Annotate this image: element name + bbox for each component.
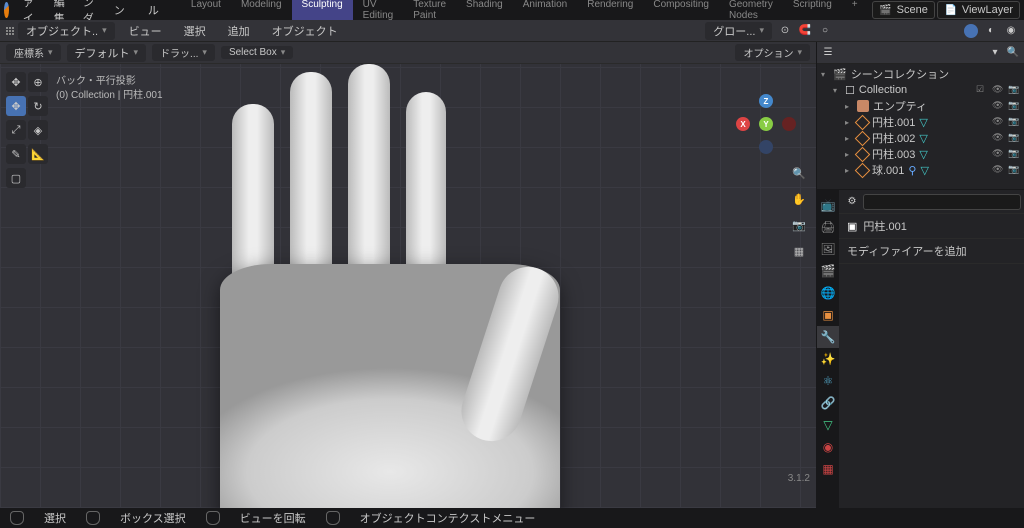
tree-item[interactable]: ▸円柱.001▽👁📷 <box>817 114 1024 130</box>
pan-icon[interactable]: ✋ <box>790 190 808 208</box>
ptab-modifiers[interactable]: 🔧 <box>817 326 839 348</box>
tree-scene-collection[interactable]: ▾🎬シーンコレクション <box>817 66 1024 82</box>
tool-move[interactable]: ✥ <box>6 96 26 116</box>
outliner-tree: ▾🎬シーンコレクション ▾☐Collection☑👁📷 ▸エンプティ👁📷 ▸円柱… <box>817 64 1024 189</box>
tree-item[interactable]: ▸円柱.003▽👁📷 <box>817 146 1024 162</box>
viewport-header: 座標系 デフォルト ドラッ... Select Box オプション <box>0 42 816 64</box>
gizmo-neg-x[interactable] <box>782 117 796 131</box>
toolbar-left: ✥⊕ ✥↻ ⤢◈ ✎📐 ▢ <box>6 72 48 188</box>
drag-dropdown[interactable]: ドラッ... <box>152 44 215 61</box>
viewlayer-icon: 📄 <box>944 3 958 17</box>
header-menu-object[interactable]: オブジェクト <box>264 21 346 41</box>
outliner-icon[interactable]: ☰ <box>821 46 835 60</box>
tool-addcube[interactable]: ▢ <box>6 168 26 188</box>
shading-material-icon[interactable]: ◐ <box>984 24 998 38</box>
ptab-particles[interactable]: ✨ <box>817 348 839 370</box>
shading-rendered-icon[interactable]: ◉ <box>1004 24 1018 38</box>
mouse-middle-icon <box>206 511 220 525</box>
viewport-3d: 座標系 デフォルト ドラッ... Select Box オプション バック・平行… <box>0 42 816 508</box>
status-box-select: ボックス選択 <box>120 510 186 526</box>
viewport-canvas[interactable]: バック・平行投影 (0) Collection | 円柱.001 ✥⊕ ✥↻ ⤢… <box>0 64 816 508</box>
perspective-icon[interactable]: ▦ <box>790 242 808 260</box>
ptab-physics[interactable]: ⚛ <box>817 370 839 392</box>
properties-search-row: ⚙ ▾ <box>839 190 1024 214</box>
editor-header: オブジェクト.. ビュー 選択 追加 オブジェクト グロー... ⊙ 🧲 ○ ◐… <box>0 20 1024 42</box>
ptab-render[interactable]: 📺 <box>817 194 839 216</box>
active-object-row: ▣円柱.001 📌 <box>839 214 1024 239</box>
viewlayer-field[interactable]: 📄 ViewLayer <box>937 1 1020 19</box>
ptab-constraints[interactable]: 🔗 <box>817 392 839 414</box>
ptab-mesh[interactable]: ▽ <box>817 414 839 436</box>
selectbox-dropdown[interactable]: Select Box <box>221 46 293 59</box>
mouse-right-icon <box>326 511 340 525</box>
orientation-dropdown[interactable]: グロー... <box>705 22 772 40</box>
pivot-icon[interactable]: ⊙ <box>778 24 792 38</box>
filter-icon[interactable]: ▾ <box>988 46 1002 60</box>
tool-measure[interactable]: 📐 <box>28 144 48 164</box>
gizmo-z-axis[interactable]: Z <box>759 94 773 108</box>
header-menu-add[interactable]: 追加 <box>220 21 258 41</box>
outliner-header: ☰ ▾ 🔍 <box>817 42 1024 64</box>
tree-collection[interactable]: ▾☐Collection☑👁📷 <box>817 82 1024 98</box>
tree-item[interactable]: ▸エンプティ👁📷 <box>817 98 1024 114</box>
ptab-output[interactable]: 🖨 <box>817 216 839 238</box>
viewport-overlay-sub: (0) Collection | 円柱.001 <box>56 86 163 101</box>
status-select: 選択 <box>44 510 66 526</box>
tree-item[interactable]: ▸球.001⚲▽👁📷 <box>817 162 1024 178</box>
ptab-object[interactable]: ▣ <box>817 304 839 326</box>
scene-name: Scene <box>897 4 928 16</box>
scene-icon: 🎬 <box>879 3 893 17</box>
status-rotate: ビューを回転 <box>240 510 306 526</box>
viewport-overlay-title: バック・平行投影 <box>56 72 136 87</box>
mouse-left-icon <box>86 511 100 525</box>
tool-scale[interactable]: ⤢ <box>6 120 26 140</box>
snap-icon[interactable]: 🧲 <box>798 24 812 38</box>
tree-item[interactable]: ▸円柱.002▽👁📷 <box>817 130 1024 146</box>
zoom-icon[interactable]: 🔍 <box>790 164 808 182</box>
options-dropdown[interactable]: オプション <box>735 44 810 61</box>
properties-search[interactable] <box>863 194 1021 210</box>
version-label: 3.1.2 <box>788 473 810 484</box>
ptab-texture[interactable]: ▦ <box>817 458 839 480</box>
navigation-gizmo[interactable]: Z X Y <box>736 94 796 154</box>
blender-logo-icon <box>4 2 9 18</box>
viewport-side-icons: 🔍 ✋ 📷 ▦ <box>790 164 808 260</box>
editor-type-icon[interactable] <box>6 27 12 35</box>
status-context: オブジェクトコンテクストメニュー <box>360 510 536 526</box>
shading-solid-icon[interactable] <box>964 24 978 38</box>
default-dropdown[interactable]: デフォルト <box>67 44 147 62</box>
camera-icon[interactable]: 📷 <box>790 216 808 234</box>
tool-annotate[interactable]: ✎ <box>6 144 26 164</box>
ptab-material[interactable]: ◉ <box>817 436 839 458</box>
add-modifier-dropdown[interactable]: モディファイアーを追加▾ <box>839 239 1024 264</box>
ptab-world[interactable]: 🌐 <box>817 282 839 304</box>
orientation-label[interactable]: 座標系 <box>6 44 61 61</box>
ptab-viewlayer[interactable]: 🖼 <box>817 238 839 260</box>
viewlayer-name: ViewLayer <box>962 4 1013 16</box>
gizmo-y-axis[interactable]: Y <box>759 117 773 131</box>
gizmo-neg-z[interactable] <box>759 140 773 154</box>
status-bar: 選択 ボックス選択 ビューを回転 オブジェクトコンテクストメニュー <box>0 508 1024 528</box>
tool-transform[interactable]: ◈ <box>28 120 48 140</box>
tool-rotate[interactable]: ↻ <box>28 96 48 116</box>
properties-tabs: 📺 🖨 🖼 🎬 🌐 ▣ 🔧 ✨ ⚛ 🔗 ▽ ◉ ▦ <box>817 190 839 508</box>
mouse-left-icon <box>10 511 24 525</box>
mode-dropdown[interactable]: オブジェクト.. <box>18 22 115 40</box>
gizmo-x-axis[interactable]: X <box>736 117 750 131</box>
ptab-scene[interactable]: 🎬 <box>817 260 839 282</box>
tool-tweak[interactable]: ✥ <box>6 72 26 92</box>
header-menu-select[interactable]: 選択 <box>176 21 214 41</box>
tool-cursor[interactable]: ⊕ <box>28 72 48 92</box>
properties-panel: 📺 🖨 🖼 🎬 🌐 ▣ 🔧 ✨ ⚛ 🔗 ▽ ◉ ▦ ⚙ ▾ <box>817 190 1024 508</box>
outliner-panel: ☰ ▾ 🔍 ▾🎬シーンコレクション ▾☐Collection☑👁📷 ▸エンプティ… <box>817 42 1024 190</box>
top-menu-bar: ファイル 編集 レンダー ウィンドウ ヘルプ Layout Modeling S… <box>0 0 1024 20</box>
proportional-icon[interactable]: ○ <box>818 24 832 38</box>
search-icon[interactable]: 🔍 <box>1006 46 1020 60</box>
props-editor-icon[interactable]: ⚙ <box>845 195 859 209</box>
header-menu-view[interactable]: ビュー <box>121 21 170 41</box>
scene-field[interactable]: 🎬 Scene <box>872 1 935 19</box>
